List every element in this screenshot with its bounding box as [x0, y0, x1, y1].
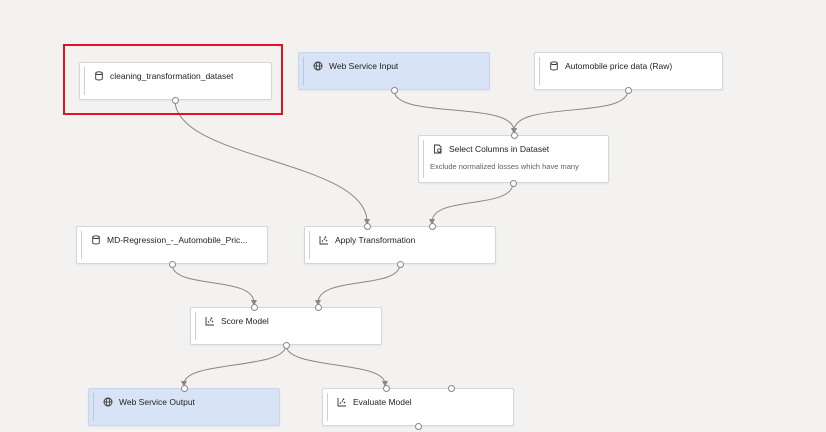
connection-md-regression-to-score-model — [171, 263, 257, 306]
node-title: Automobile price data (Raw) — [565, 61, 673, 71]
output-port[interactable] — [283, 342, 290, 349]
chart-icon — [337, 397, 347, 407]
node-automobile-price-data-raw[interactable]: Automobile price data (Raw) — [534, 52, 723, 94]
select-columns-icon — [433, 144, 443, 154]
input-port[interactable] — [511, 132, 518, 139]
connection-apply-transformation-to-score-model — [315, 263, 401, 306]
output-port[interactable] — [397, 261, 404, 268]
connection-score-model-to-web-output — [181, 344, 287, 387]
connection-cleaning-to-apply-transformation — [174, 99, 370, 225]
node-apply-transformation[interactable]: Apply Transformation — [304, 223, 496, 268]
output-port[interactable] — [391, 87, 398, 94]
globe-icon — [313, 61, 323, 71]
connection-score-model-to-evaluate-model — [285, 344, 388, 387]
node-title: Score Model — [221, 316, 269, 326]
node-cleaning-transformation-dataset[interactable]: cleaning_transformation_dataset — [79, 62, 272, 104]
output-port[interactable] — [169, 261, 176, 268]
connection-select-columns-to-apply-transformation — [429, 182, 514, 225]
node-title: Select Columns in Dataset — [449, 144, 550, 154]
output-port[interactable] — [172, 97, 179, 104]
connection-web-input-to-select-columns — [393, 89, 517, 134]
input-port-left[interactable] — [251, 304, 258, 311]
input-port-left[interactable] — [364, 223, 371, 230]
output-port[interactable] — [510, 180, 517, 187]
input-port-right[interactable] — [448, 385, 455, 392]
connection-automobile-raw-to-select-columns — [511, 89, 629, 134]
node-evaluate-model[interactable]: Evaluate Model — [322, 385, 514, 430]
output-port[interactable] — [625, 87, 632, 94]
node-score-model[interactable]: Score Model — [190, 304, 382, 349]
chart-icon — [205, 316, 215, 326]
input-port-left[interactable] — [383, 385, 390, 392]
input-port[interactable] — [181, 385, 188, 392]
chart-icon — [319, 235, 329, 245]
input-port-right[interactable] — [429, 223, 436, 230]
dataset-icon — [94, 71, 104, 81]
node-description: Exclude normalized losses which have man… — [430, 162, 579, 171]
node-web-service-input[interactable]: Web Service Input — [298, 52, 490, 94]
node-select-columns-in-dataset[interactable]: Select Columns in Dataset Exclude normal… — [418, 132, 609, 187]
node-title: Web Service Output — [119, 397, 195, 407]
globe-icon — [103, 397, 113, 407]
node-title: Web Service Input — [329, 61, 399, 71]
node-title: Apply Transformation — [335, 235, 416, 245]
node-md-regression-automobile-price[interactable]: MD-Regression_-_Automobile_Pric... — [76, 226, 268, 268]
dataset-icon — [91, 235, 101, 245]
node-web-service-output[interactable]: Web Service Output — [88, 385, 280, 426]
node-title: cleaning_transformation_dataset — [110, 71, 234, 81]
node-title: MD-Regression_-_Automobile_Pric... — [107, 235, 248, 245]
input-port-right[interactable] — [315, 304, 322, 311]
pipeline-canvas[interactable]: cleaning_transformation_dataset Web Serv… — [0, 0, 826, 432]
output-port[interactable] — [415, 423, 422, 430]
dataset-icon — [549, 61, 559, 71]
node-title: Evaluate Model — [353, 397, 412, 407]
